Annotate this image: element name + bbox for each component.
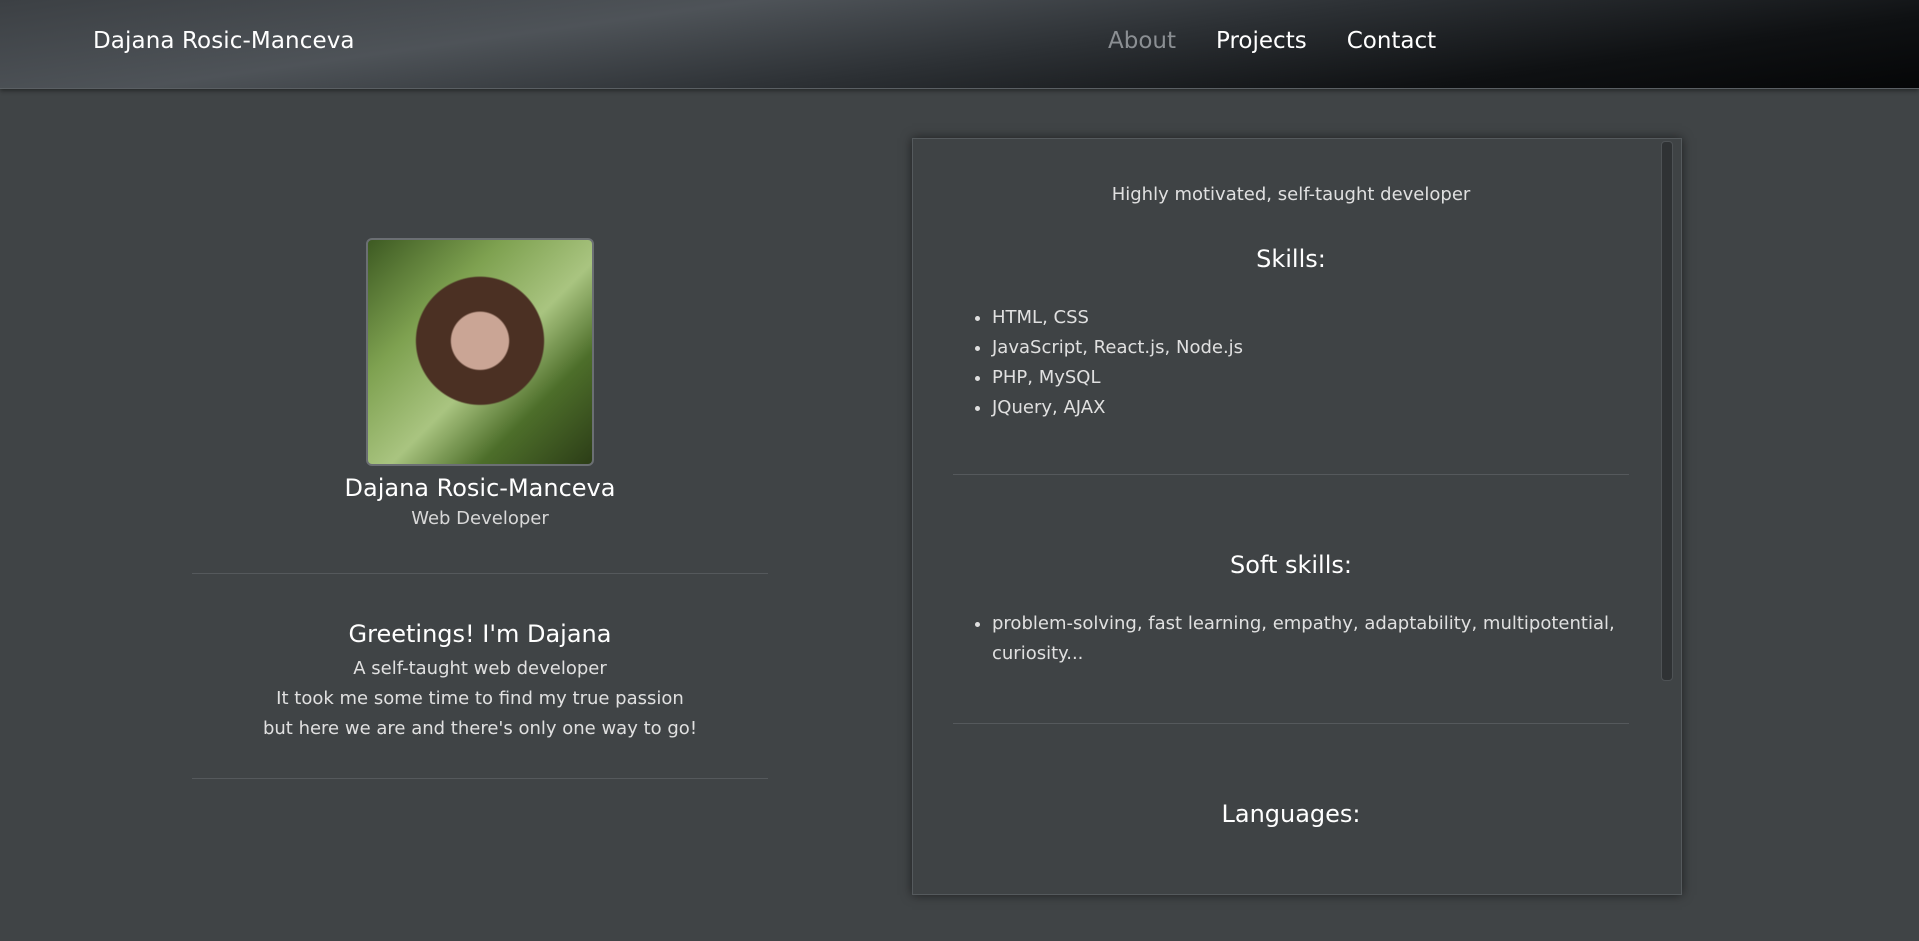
about-panel-content: Highly motivated, self-taught developer … [953, 139, 1629, 894]
brand-link[interactable]: Dajana Rosic-Manceva [93, 28, 355, 54]
list-item: PHP, MySQL [992, 363, 1629, 393]
about-panel[interactable]: Highly motivated, self-taught developer … [912, 138, 1682, 895]
skills-list: HTML, CSS JavaScript, React.js, Node.js … [953, 303, 1629, 423]
nav-about[interactable]: About [1108, 28, 1176, 54]
greeting-line: It took me some time to find my true pas… [276, 688, 684, 709]
skills-title: Skills: [1256, 245, 1326, 273]
nav-contact[interactable]: Contact [1347, 28, 1436, 54]
section-divider [953, 723, 1629, 724]
tagline: Highly motivated, self-taught developer [1111, 184, 1471, 205]
profile-column: Dajana Rosic-Manceva Web Developer Greet… [192, 238, 768, 779]
languages-title: Languages: [1221, 800, 1361, 828]
greeting-line: but here we are and there's only one way… [262, 718, 698, 739]
greeting-line: A self-taught web developer [353, 658, 607, 679]
soft-skills-list: problem-solving, fast learning, empathy,… [953, 609, 1629, 669]
top-navbar: Dajana Rosic-Manceva About Projects Cont… [0, 0, 1919, 89]
greeting-title: Greetings! I'm Dajana [348, 620, 612, 648]
list-item: JQuery, AJAX [992, 393, 1629, 423]
panel-scrollbar[interactable] [1661, 141, 1673, 891]
scrollbar-thumb[interactable] [1661, 141, 1673, 681]
avatar [366, 238, 594, 466]
nav-projects[interactable]: Projects [1216, 28, 1307, 54]
profile-role: Web Developer [411, 508, 549, 529]
section-divider [953, 474, 1629, 475]
profile-name: Dajana Rosic-Manceva [344, 474, 616, 502]
list-item: HTML, CSS [992, 303, 1629, 333]
list-item: JavaScript, React.js, Node.js [992, 333, 1629, 363]
nav-menu: About Projects Contact [1108, 28, 1436, 54]
greeting-block: Greetings! I'm Dajana A self-taught web … [192, 574, 768, 778]
list-item: problem-solving, fast learning, empathy,… [992, 609, 1629, 669]
soft-skills-title: Soft skills: [1230, 551, 1352, 579]
profile-divider-bottom [192, 778, 768, 779]
